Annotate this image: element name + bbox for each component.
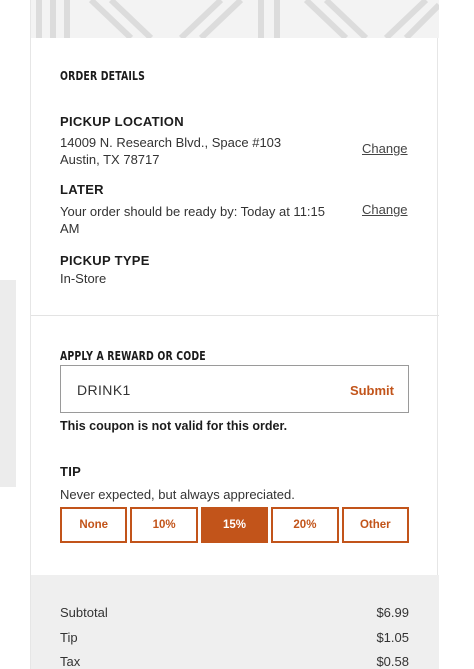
tip-option-none[interactable]: None [60,507,128,543]
coupon-error-message: This coupon is not valid for this order. [60,419,288,433]
tip-label: TIP [60,464,82,479]
tax-value: $0.58 [376,654,409,669]
reward-code-input[interactable]: DRINK1 Submit [60,365,409,413]
submit-code-button[interactable]: Submit [350,383,394,398]
tip-option-other[interactable]: Other [341,507,410,543]
order-summary: Subtotal $6.99 Tip $1.05 Tax $0.58 [31,575,439,669]
reward-title: APPLY A REWARD OR CODE [60,349,206,363]
tip-amount-value: $1.05 [376,630,409,645]
tip-options: None 10% 15% 20% Other [60,507,410,543]
tip-amount-label: Tip [60,630,78,645]
pickup-type-label: PICKUP TYPE [60,253,150,268]
later-label: LATER [60,182,104,197]
ready-time-line1: Your order should be ready by: Today at … [60,204,326,219]
left-gutter [0,280,16,487]
reward-code-value[interactable]: DRINK1 [77,382,131,398]
tax-label: Tax [60,654,81,669]
checkout-card: ORDER DETAILS PICKUP LOCATION 14009 N. R… [30,0,439,669]
pickup-address-line1: 14009 N. Research Blvd., Space #103 [60,135,282,150]
tip-option-15[interactable]: 15% [200,507,269,543]
decorative-pattern-icon [36,0,439,38]
subtotal-label: Subtotal [60,605,108,620]
tip-subtitle: Never expected, but always appreciated. [60,487,295,502]
pickup-type-value: In-Store [60,271,107,286]
ready-time-line2: AM [60,221,80,236]
tip-option-10[interactable]: 10% [130,507,198,543]
section-divider [31,315,439,316]
tip-option-20[interactable]: 20% [271,507,339,543]
change-location-link[interactable]: Change [362,141,408,156]
order-details-title: ORDER DETAILS [60,69,146,83]
subtotal-value: $6.99 [376,605,409,620]
pickup-location-label: PICKUP LOCATION [60,114,184,129]
change-time-link[interactable]: Change [362,202,408,217]
header-pattern [31,0,439,38]
pickup-address-line2: Austin, TX 78717 [60,152,160,167]
